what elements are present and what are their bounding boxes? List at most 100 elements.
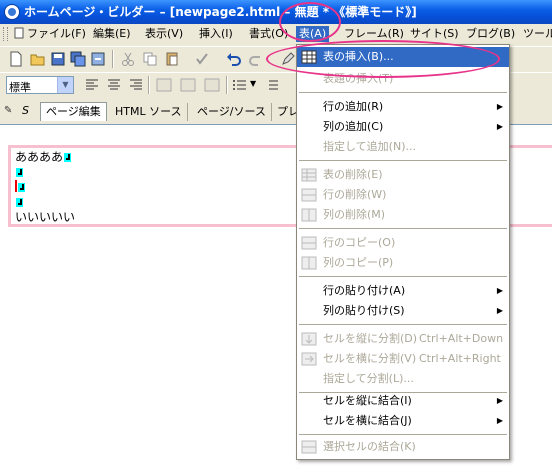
pencil-icon: ✎	[4, 105, 13, 116]
menu-item-label: 列の削除(M)	[323, 208, 386, 221]
line-break-icon	[18, 183, 25, 192]
redo-icon[interactable]	[248, 51, 264, 67]
menu-item-paste-column[interactable]: 列の貼り付け(S) ▶	[297, 301, 509, 321]
annotation-ellipse-menu	[279, 2, 341, 42]
menu-item-merge-vertical[interactable]: セルを縦に結合(I) ▶	[297, 391, 509, 411]
menu-file-label: ファイル(F)	[27, 27, 86, 40]
copy-icon[interactable]	[142, 51, 158, 67]
block-icon[interactable]	[204, 77, 220, 93]
menu-item-label: 列の貼り付け(S)	[323, 304, 405, 317]
editor-line[interactable]	[15, 180, 25, 195]
save-icon[interactable]	[50, 51, 66, 67]
menu-item-paste-row[interactable]: 行の貼り付け(A) ▶	[297, 281, 509, 301]
menu-item-split-vertical[interactable]: セルを縦に分割(D) Ctrl+Alt+Down	[297, 329, 509, 349]
menu-edit[interactable]: 編集(E)	[90, 26, 134, 42]
menu-item-merge-horizontal[interactable]: セルを横に結合(J) ▶	[297, 411, 509, 431]
numbered-list-icon[interactable]	[264, 77, 280, 93]
menu-tools[interactable]: ツール	[520, 26, 552, 42]
menu-item-add-specified[interactable]: 指定して追加(N)...	[297, 137, 509, 157]
align-left-icon[interactable]	[84, 77, 100, 93]
tab-page-source[interactable]: ページ/ソース	[192, 103, 272, 121]
menu-item-shortcut: Ctrl+Alt+Down	[419, 332, 504, 345]
menu-item-label: 行の追加(R)	[323, 100, 384, 113]
app-icon[interactable]	[4, 4, 20, 20]
editor-line[interactable]: いいいいい	[15, 210, 75, 225]
menu-item-copy-column[interactable]: 列のコピー(P)	[297, 253, 509, 273]
submenu-arrow-icon: ▶	[496, 102, 503, 111]
toolbar-separator	[148, 76, 150, 94]
menu-item-shortcut: Ctrl+Alt+Right	[419, 352, 501, 365]
submenu-arrow-icon: ▶	[496, 416, 503, 425]
undo-icon[interactable]	[226, 51, 242, 67]
menu-item-label: セルを縦に結合(I)	[323, 394, 412, 407]
menu-item-label: 行のコピー(O)	[323, 236, 396, 249]
menu-separator	[299, 276, 507, 277]
menu-bar: ファイル(F) 編集(E) 表示(V) 挿入(I) 書式(O) 表(A) フレー…	[0, 24, 552, 44]
merge-cells-icon	[301, 440, 317, 454]
submenu-arrow-icon: ▶	[496, 286, 503, 295]
menu-item-delete-column[interactable]: 列の削除(M)	[297, 205, 509, 225]
text-cursor	[15, 180, 17, 192]
editor-line[interactable]	[15, 195, 23, 210]
row-copy-icon	[301, 236, 317, 250]
open-folder-icon[interactable]	[30, 51, 46, 67]
editor-line-text: ああああ	[15, 150, 64, 164]
menu-item-split-horizontal[interactable]: セルを横に分割(V) Ctrl+Alt+Right	[297, 349, 509, 369]
align-right-icon[interactable]	[128, 77, 144, 93]
chevron-down-icon[interactable]: ▼	[57, 77, 73, 93]
toolbar-separator	[112, 50, 114, 68]
menu-item-label: 表の削除(E)	[323, 168, 383, 181]
column-copy-icon	[301, 256, 317, 270]
row-delete-icon	[301, 188, 317, 202]
menu-item-split-specified[interactable]: 指定して分割(L)...	[297, 369, 509, 389]
cut-icon[interactable]	[120, 51, 136, 67]
check-icon[interactable]	[194, 51, 210, 67]
tab-html-source[interactable]: HTML ソース	[110, 103, 188, 121]
menu-item-add-row[interactable]: 行の追加(R) ▶	[297, 97, 509, 117]
menu-item-delete-table[interactable]: 表の削除(E)	[297, 165, 509, 185]
title-bar: ホームページ・ビルダー – [newpage2.html – 無題 * 《標準モ…	[0, 0, 552, 24]
paragraph-style-select[interactable]: 標準 ▼	[6, 76, 74, 94]
outdent-icon[interactable]	[156, 77, 172, 93]
document-icon	[14, 27, 24, 39]
menu-site[interactable]: サイト(S)	[407, 26, 462, 42]
list-icon[interactable]	[232, 77, 248, 93]
submenu-arrow-icon: ▶	[496, 306, 503, 315]
list-dropdown-icon[interactable]: ▼	[250, 79, 256, 88]
menubar-grip[interactable]	[3, 27, 8, 41]
menu-item-add-column[interactable]: 列の追加(C) ▶	[297, 117, 509, 137]
menu-separator	[299, 324, 507, 325]
save-all-icon[interactable]	[70, 51, 86, 67]
submenu-arrow-icon: ▶	[496, 396, 503, 405]
menu-view[interactable]: 表示(V)	[142, 26, 186, 42]
column-delete-icon	[301, 208, 317, 222]
menu-separator	[299, 160, 507, 161]
tab-page-edit[interactable]: ページ編集	[40, 102, 107, 121]
table-delete-icon	[301, 168, 317, 182]
menu-separator	[299, 434, 507, 435]
menu-item-copy-row[interactable]: 行のコピー(O)	[297, 233, 509, 253]
publish-icon[interactable]	[90, 51, 106, 67]
paragraph-style-value: 標準	[9, 81, 31, 94]
menu-insert[interactable]: 挿入(I)	[196, 26, 236, 42]
line-break-icon	[16, 198, 23, 207]
line-break-icon	[16, 168, 23, 177]
split-horizontal-icon	[301, 352, 317, 366]
paste-icon[interactable]	[164, 51, 180, 67]
menu-item-label: 列のコピー(P)	[323, 256, 394, 269]
editor-line[interactable]: ああああ	[15, 150, 72, 165]
submenu-arrow-icon: ▶	[496, 122, 503, 131]
menu-separator	[299, 228, 507, 229]
menu-item-label: 行の貼り付け(A)	[323, 284, 406, 297]
split-vertical-icon	[301, 332, 317, 346]
menu-blog[interactable]: ブログ(B)	[463, 26, 518, 42]
indent-icon[interactable]	[180, 77, 196, 93]
new-icon[interactable]	[8, 51, 24, 67]
menu-item-merge-selected[interactable]: 選択セルの結合(K)	[297, 437, 509, 457]
editor-line[interactable]	[15, 165, 23, 180]
menu-item-label: 指定して分割(L)...	[323, 372, 414, 385]
line-break-icon	[64, 153, 72, 162]
align-center-icon[interactable]	[106, 77, 122, 93]
menu-file[interactable]: ファイル(F)	[10, 26, 89, 42]
menu-item-delete-row[interactable]: 行の削除(W)	[297, 185, 509, 205]
